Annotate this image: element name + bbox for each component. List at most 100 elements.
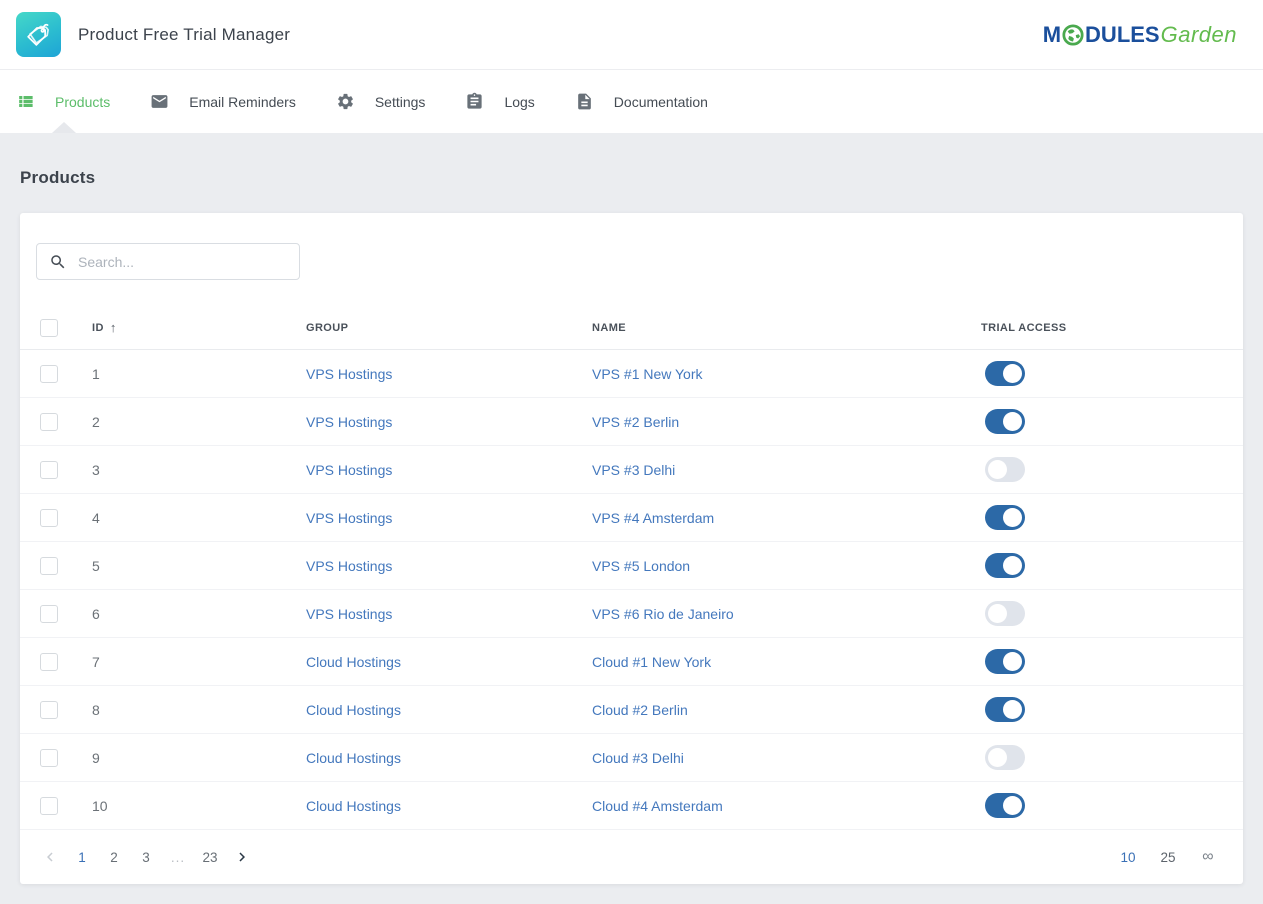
product-group-link[interactable]: VPS Hostings — [306, 510, 392, 526]
tab-settings[interactable]: Settings — [336, 92, 426, 111]
search-input[interactable] — [78, 254, 287, 270]
row-checkbox[interactable] — [40, 653, 58, 671]
trial-access-toggle[interactable] — [985, 745, 1025, 770]
row-checkbox[interactable] — [40, 557, 58, 575]
product-group-link[interactable]: VPS Hostings — [306, 366, 392, 382]
row-checkbox-cell — [40, 701, 92, 719]
product-group-link[interactable]: VPS Hostings — [306, 462, 392, 478]
trial-access-toggle[interactable] — [985, 505, 1025, 530]
product-id: 4 — [92, 510, 306, 526]
pagination-ellipsis: ... — [166, 845, 190, 869]
trial-access-toggle[interactable] — [985, 553, 1025, 578]
tab-label: Documentation — [614, 94, 708, 110]
trial-access-toggle[interactable] — [985, 457, 1025, 482]
tab-products[interactable]: Products — [16, 92, 110, 111]
product-group-link[interactable]: VPS Hostings — [306, 414, 392, 430]
prev-page-button[interactable] — [38, 845, 62, 869]
globe-icon — [1062, 24, 1084, 46]
select-all-checkbox[interactable] — [40, 319, 58, 337]
row-checkbox[interactable] — [40, 605, 58, 623]
per-page-option-infinity[interactable]: ∞ — [1195, 845, 1221, 869]
table-row: 7 Cloud Hostings Cloud #1 New York — [20, 638, 1243, 686]
toggle-knob — [988, 460, 1007, 479]
product-group-link[interactable]: VPS Hostings — [306, 606, 392, 622]
product-id: 6 — [92, 606, 306, 622]
trial-access-toggle[interactable] — [985, 601, 1025, 626]
row-checkbox-cell — [40, 365, 92, 383]
toggle-knob — [1003, 652, 1022, 671]
row-checkbox[interactable] — [40, 749, 58, 767]
search-icon — [49, 253, 67, 271]
trial-access-toggle[interactable] — [985, 649, 1025, 674]
product-name-link[interactable]: VPS #2 Berlin — [592, 414, 679, 430]
product-name-link[interactable]: Cloud #2 Berlin — [592, 702, 688, 718]
product-name-link[interactable]: VPS #5 London — [592, 558, 690, 574]
product-name-link[interactable]: Cloud #3 Delhi — [592, 750, 684, 766]
product-group-link[interactable]: Cloud Hostings — [306, 702, 401, 718]
trial-access-toggle[interactable] — [985, 793, 1025, 818]
sort-asc-icon: ↑ — [110, 320, 117, 335]
product-group-link[interactable]: VPS Hostings — [306, 558, 392, 574]
per-page-option-10[interactable]: 10 — [1115, 845, 1141, 869]
product-name-link[interactable]: VPS #6 Rio de Janeiro — [592, 606, 734, 622]
header: Product Free Trial Manager M DULES Garde… — [0, 0, 1263, 70]
pagination-bar: 123...23 1025∞ — [20, 830, 1243, 884]
table-row: 1 VPS Hostings VPS #1 New York — [20, 350, 1243, 398]
trial-access-toggle[interactable] — [985, 697, 1025, 722]
product-name-link[interactable]: VPS #4 Amsterdam — [592, 510, 714, 526]
content: Products ID ↑ GROUP NAME TRIAL ACCESS 1 — [0, 133, 1263, 884]
product-group-link[interactable]: Cloud Hostings — [306, 654, 401, 670]
tab-label: Email Reminders — [189, 94, 296, 110]
row-checkbox-cell — [40, 509, 92, 527]
per-page-selector: 10 25 ∞ — [1115, 845, 1221, 869]
product-id: 1 — [92, 366, 306, 382]
page-button-3[interactable]: 3 — [134, 845, 158, 869]
page-button-1[interactable]: 1 — [70, 845, 94, 869]
row-checkbox[interactable] — [40, 365, 58, 383]
trial-access-toggle[interactable] — [985, 361, 1025, 386]
toggle-knob — [1003, 412, 1022, 431]
column-header-id[interactable]: ID ↑ — [92, 320, 306, 335]
row-checkbox[interactable] — [40, 701, 58, 719]
page-button-23[interactable]: 23 — [198, 845, 222, 869]
product-name-link[interactable]: VPS #1 New York — [592, 366, 703, 382]
toggle-knob — [988, 748, 1007, 767]
price-tag-icon — [25, 21, 52, 48]
column-header-trial-access[interactable]: TRIAL ACCESS — [981, 322, 1243, 334]
table-header: ID ↑ GROUP NAME TRIAL ACCESS — [20, 306, 1243, 350]
toggle-knob — [1003, 796, 1022, 815]
product-id: 7 — [92, 654, 306, 670]
column-header-name[interactable]: NAME — [592, 322, 981, 334]
row-checkbox[interactable] — [40, 461, 58, 479]
per-page-option-25[interactable]: 25 — [1155, 845, 1181, 869]
modulesgarden-logo: M DULES Garden — [1043, 22, 1237, 48]
gear-icon — [336, 92, 355, 111]
row-checkbox[interactable] — [40, 797, 58, 815]
table-row: 2 VPS Hostings VPS #2 Berlin — [20, 398, 1243, 446]
row-checkbox[interactable] — [40, 509, 58, 527]
product-name-link[interactable]: Cloud #4 Amsterdam — [592, 798, 723, 814]
tab-logs[interactable]: Logs — [465, 92, 534, 111]
trial-access-toggle[interactable] — [985, 409, 1025, 434]
next-page-button[interactable] — [230, 845, 254, 869]
product-group-link[interactable]: Cloud Hostings — [306, 798, 401, 814]
toggle-knob — [1003, 364, 1022, 383]
table-row: 8 Cloud Hostings Cloud #2 Berlin — [20, 686, 1243, 734]
column-label-id: ID — [92, 322, 104, 334]
tab-email-reminders[interactable]: Email Reminders — [150, 92, 296, 111]
page-button-2[interactable]: 2 — [102, 845, 126, 869]
page-title: Products — [20, 168, 1243, 188]
row-checkbox-cell — [40, 797, 92, 815]
toggle-knob — [1003, 556, 1022, 575]
email-icon — [150, 92, 169, 111]
search-area — [20, 213, 1243, 306]
toggle-knob — [1003, 700, 1022, 719]
row-checkbox[interactable] — [40, 413, 58, 431]
row-checkbox-cell — [40, 653, 92, 671]
table-row: 5 VPS Hostings VPS #5 London — [20, 542, 1243, 590]
product-name-link[interactable]: VPS #3 Delhi — [592, 462, 675, 478]
product-name-link[interactable]: Cloud #1 New York — [592, 654, 711, 670]
column-header-group[interactable]: GROUP — [306, 322, 592, 334]
tab-documentation[interactable]: Documentation — [575, 92, 708, 111]
product-group-link[interactable]: Cloud Hostings — [306, 750, 401, 766]
